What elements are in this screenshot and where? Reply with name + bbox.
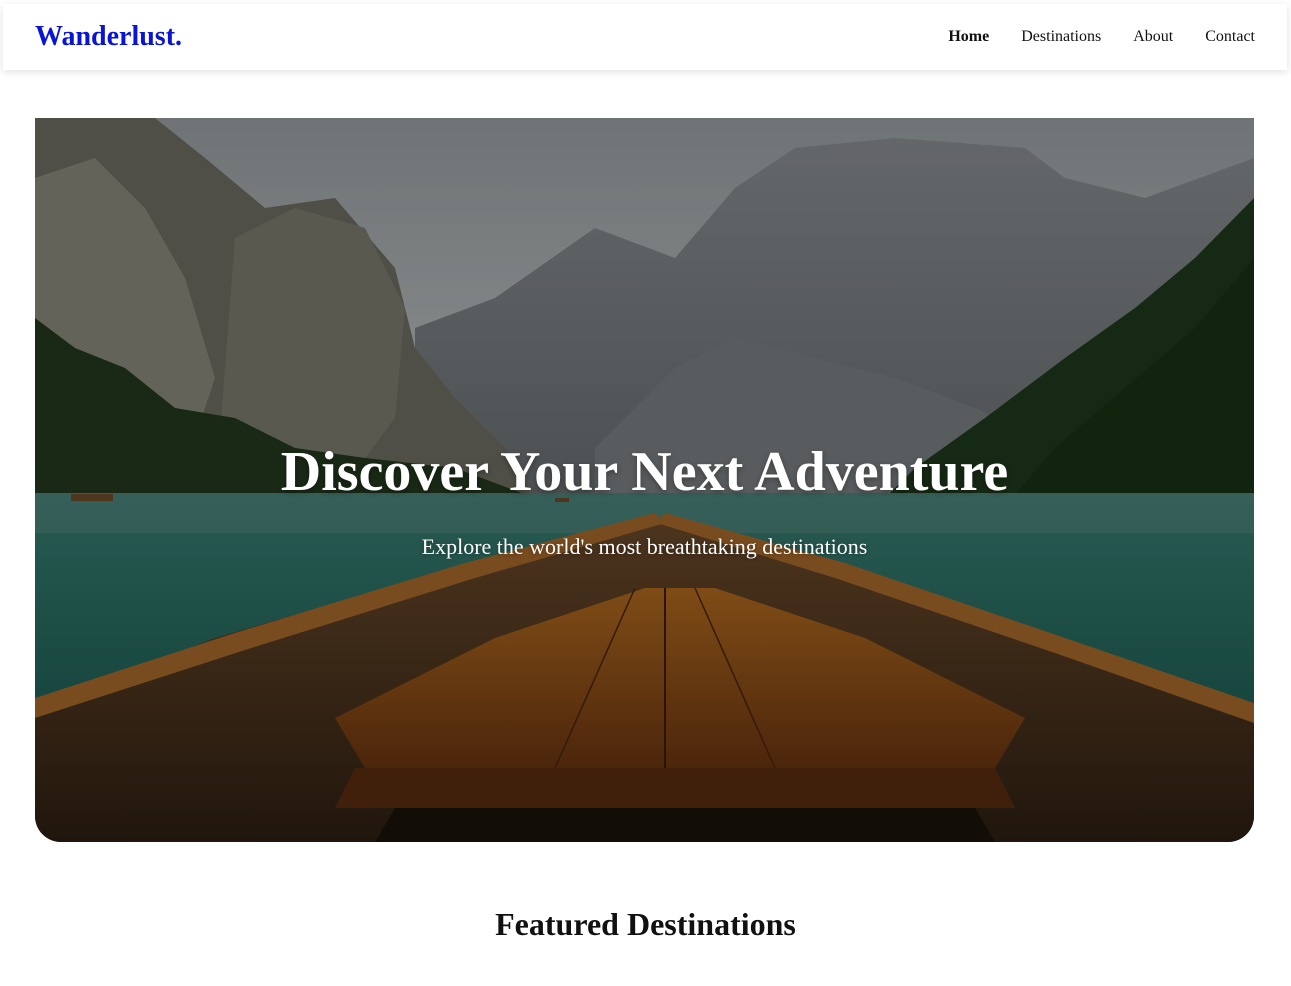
featured-destinations-heading: Featured Destinations [495,906,796,942]
nav-link-contact[interactable]: Contact [1205,26,1255,48]
hero-title: Discover Your Next Adventure [280,441,1009,503]
nav-link-about[interactable]: About [1133,26,1173,48]
main-nav: Home Destinations About Contact [948,26,1255,48]
hero-subtitle: Explore the world's most breathtaking de… [421,534,868,559]
hero-text-overlay: Discover Your Next Adventure Explore the… [35,118,1254,842]
hero-section: Discover Your Next Adventure Explore the… [35,118,1254,842]
site-logo[interactable]: Wanderlust. [35,20,182,54]
nav-link-destinations[interactable]: Destinations [1021,26,1101,48]
nav-link-home[interactable]: Home [948,26,989,48]
site-header: Wanderlust. Home Destinations About Cont… [3,4,1287,70]
